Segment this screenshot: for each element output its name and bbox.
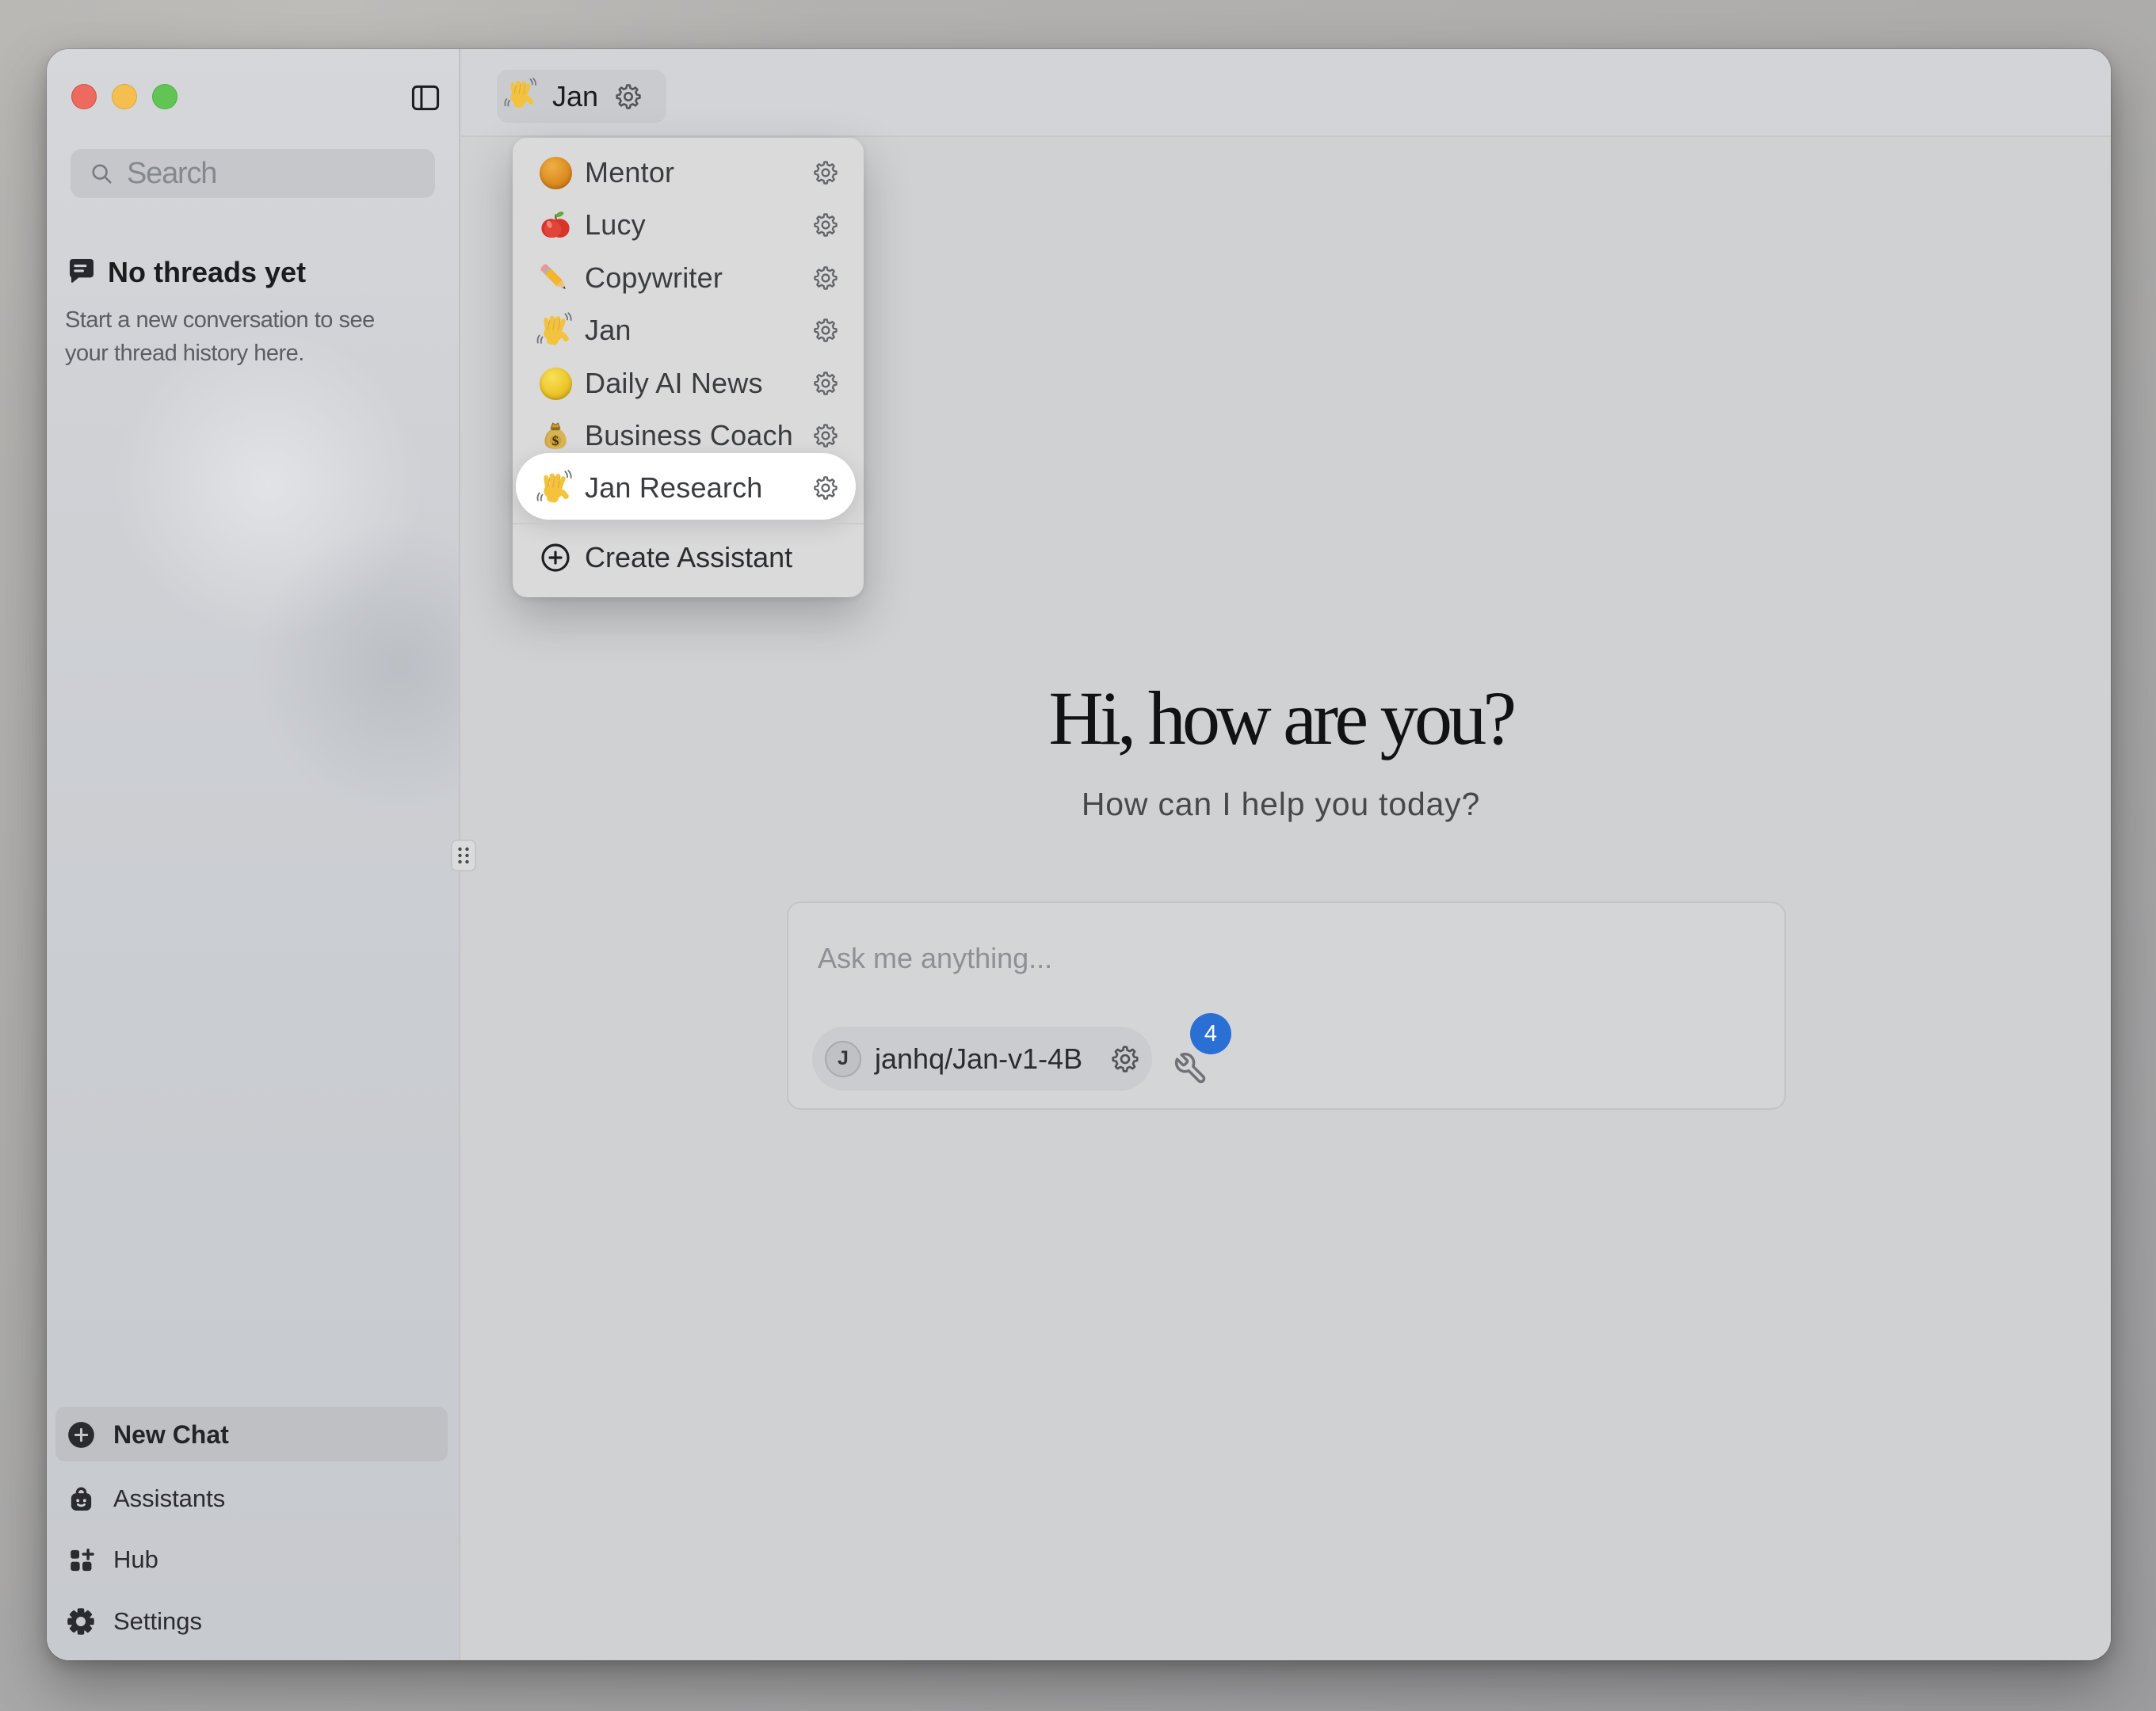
svg-text:$: $ (552, 433, 559, 448)
